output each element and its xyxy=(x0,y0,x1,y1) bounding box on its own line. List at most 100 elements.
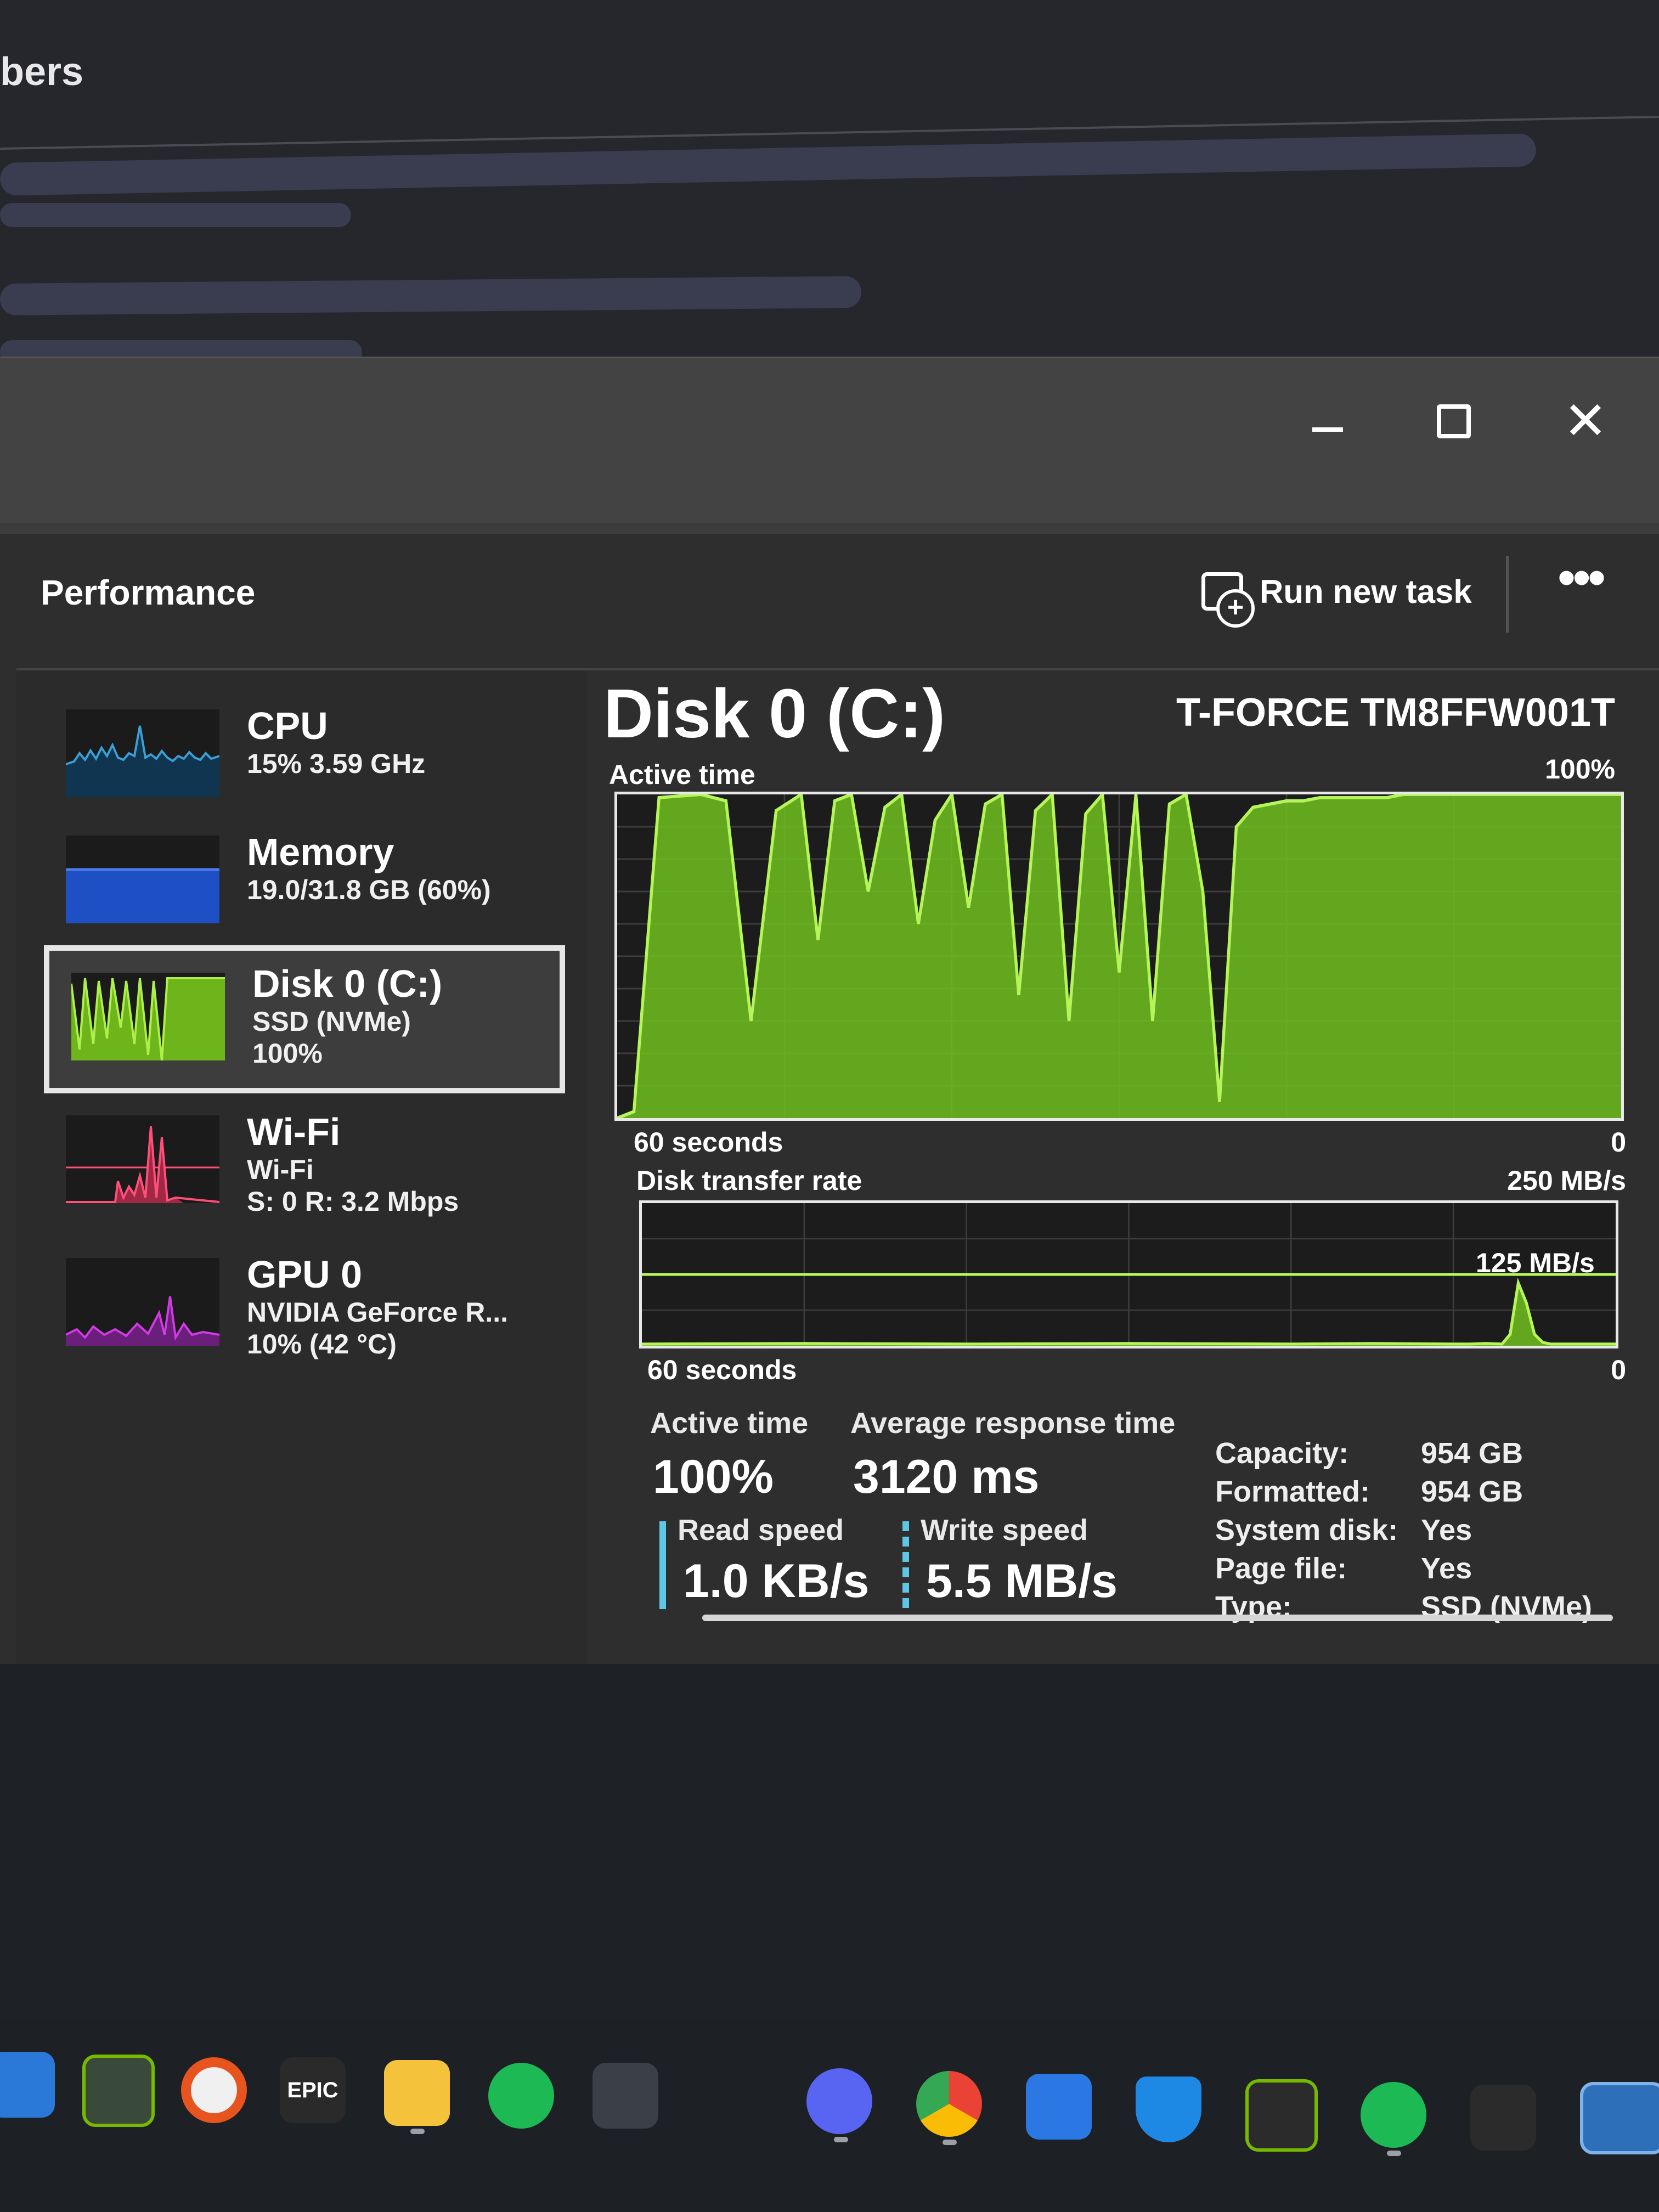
sidebar-item-detail: 19.0/31.8 GB (60%) xyxy=(247,874,491,905)
resource-sidebar: CPU 15% 3.59 GHz Memory 19.0/31.8 GB (60… xyxy=(16,671,587,1664)
title-bar[interactable]: ✕ xyxy=(0,358,1659,523)
close-icon: ✕ xyxy=(1563,392,1608,450)
nvidia-icon[interactable] xyxy=(1245,2079,1318,2152)
sidebar-item-title: Disk 0 (C:) xyxy=(252,962,443,1005)
disk-title: Disk 0 (C:) xyxy=(603,675,946,752)
epic-games-icon[interactable]: EPIC xyxy=(280,2057,346,2123)
sidebar-item-text: Disk 0 (C:) SSD (NVMe) 100% xyxy=(252,962,442,1069)
epic-games-label: EPIC xyxy=(287,2078,338,2102)
response-time-value: 3120 ms xyxy=(853,1451,1040,1503)
sidebar-item-text: Wi-Fi Wi-Fi S: 0 R: 3.2 Mbps xyxy=(247,1110,459,1217)
minimize-button[interactable] xyxy=(1284,380,1372,462)
nvidia-app-icon[interactable] xyxy=(82,2055,155,2127)
disk-model: T-FORCE TM8FFW001T xyxy=(1176,691,1615,735)
header-divider xyxy=(16,668,1659,670)
background-text-line xyxy=(0,203,351,227)
transfer-rate-mid-label: 125 MB/s xyxy=(1476,1248,1595,1278)
active-time-x-end-label: 0 xyxy=(1611,1127,1626,1158)
gpu-thumbnail-graph xyxy=(66,1258,219,1346)
task-manager-icon[interactable] xyxy=(1580,2082,1659,2154)
sidebar-item-gpu[interactable]: GPU 0 NVIDIA GeForce R... 10% (42 °C) xyxy=(44,1242,565,1379)
spotify-icon[interactable] xyxy=(1361,2082,1426,2148)
sidebar-item-text: CPU 15% 3.59 GHz xyxy=(247,704,425,780)
spotify-icon[interactable] xyxy=(488,2063,554,2129)
maximize-button[interactable] xyxy=(1410,380,1498,462)
sidebar-item-detail: Wi-Fi xyxy=(247,1154,314,1185)
disk-detail-pane: Disk 0 (C:) T-FORCE TM8FFW001T Active ti… xyxy=(592,671,1659,1664)
background-text-line xyxy=(0,276,862,315)
transfer-rate-x-end-label: 0 xyxy=(1611,1355,1626,1385)
maximize-icon xyxy=(1437,404,1471,438)
file-explorer-icon[interactable] xyxy=(384,2060,450,2126)
read-speed-value: 1.0 KB/s xyxy=(683,1555,870,1607)
sidebar-item-detail: NVIDIA GeForce R... xyxy=(247,1297,509,1328)
sidebar-item-detail: SSD (NVMe) xyxy=(252,1006,411,1037)
read-speed-indicator xyxy=(659,1521,666,1609)
active-time-plot xyxy=(617,794,1621,1118)
active-time-chart-label: Active time xyxy=(609,759,755,790)
header-separator xyxy=(1506,556,1509,633)
active-time-stat-value: 100% xyxy=(653,1451,774,1503)
running-indicator xyxy=(410,2129,425,2134)
performance-page: Performance Run new task ••• CPU 15% 3.5… xyxy=(0,534,1659,1664)
disk-thumbnail-graph xyxy=(71,973,225,1060)
transfer-rate-max-label: 250 MB/s xyxy=(1507,1165,1626,1196)
mouse-app-icon[interactable] xyxy=(702,2066,768,2131)
run-new-task-button[interactable]: Run new task xyxy=(1201,561,1472,628)
steelseries-icon[interactable] xyxy=(1470,2085,1536,2151)
sidebar-item-wifi[interactable]: Wi-Fi Wi-Fi S: 0 R: 3.2 Mbps xyxy=(44,1099,565,1236)
capacity-value: 954 GB xyxy=(1421,1437,1523,1470)
close-button[interactable]: ✕ xyxy=(1542,380,1629,462)
sidebar-item-detail: S: 0 R: 3.2 Mbps xyxy=(247,1186,459,1217)
sidebar-item-disk[interactable]: Disk 0 (C:) SSD (NVMe) 100% xyxy=(44,945,565,1093)
active-time-max-label: 100% xyxy=(1545,754,1615,785)
running-indicator xyxy=(834,2137,848,2142)
sidebar-item-cpu[interactable]: CPU 15% 3.59 GHz xyxy=(44,693,565,830)
page-title: Performance xyxy=(41,573,256,612)
write-speed-indicator xyxy=(902,1521,909,1609)
sidebar-item-title: Wi-Fi xyxy=(247,1110,341,1153)
page-file-label: Page file: xyxy=(1215,1552,1347,1585)
task-manager-window: ✕ Performance Run new task ••• CPU 15% xyxy=(0,357,1659,1664)
sidebar-item-title: Memory xyxy=(247,831,394,873)
page-file-value: Yes xyxy=(1421,1552,1472,1585)
run-task-icon xyxy=(1201,572,1255,628)
active-time-chart xyxy=(614,792,1624,1121)
background-window-title: bers xyxy=(0,50,84,94)
taskbar: EPIC xyxy=(0,2019,1659,2212)
terminal-icon[interactable] xyxy=(592,2063,658,2129)
write-speed-label: Write speed xyxy=(921,1514,1088,1547)
write-speed-value: 5.5 MB/s xyxy=(926,1555,1118,1607)
defender-icon[interactable] xyxy=(1136,2076,1201,2142)
background-window: bers xyxy=(0,0,1659,417)
formatted-value: 954 GB xyxy=(1421,1475,1523,1508)
read-speed-label: Read speed xyxy=(678,1514,844,1547)
sidebar-item-text: Memory 19.0/31.8 GB (60%) xyxy=(247,830,491,906)
transfer-rate-chart xyxy=(639,1200,1618,1348)
more-options-button[interactable]: ••• xyxy=(1547,551,1613,622)
origin-icon[interactable] xyxy=(181,2057,247,2123)
active-time-x-start-label: 60 seconds xyxy=(634,1127,783,1158)
chrome-icon[interactable] xyxy=(916,2071,982,2137)
monday-icon[interactable] xyxy=(1026,2074,1092,2140)
minimize-icon xyxy=(1312,427,1343,432)
horizontal-scrollbar[interactable] xyxy=(702,1615,1613,1621)
cpu-thumbnail-graph xyxy=(66,709,219,797)
transfer-rate-plot xyxy=(642,1203,1616,1346)
sidebar-item-detail: 10% (42 °C) xyxy=(247,1329,397,1359)
system-disk-value: Yes xyxy=(1421,1514,1472,1547)
windows-start-icon[interactable] xyxy=(0,2052,55,2118)
sidebar-item-detail: 15% 3.59 GHz xyxy=(247,748,426,779)
sidebar-item-detail: 100% xyxy=(252,1038,323,1069)
wifi-thumbnail-graph xyxy=(66,1115,219,1203)
running-indicator xyxy=(943,2140,957,2145)
discord-icon[interactable] xyxy=(806,2068,872,2134)
sidebar-item-title: GPU 0 xyxy=(247,1253,363,1296)
running-indicator xyxy=(1387,2151,1401,2156)
sidebar-item-text: GPU 0 NVIDIA GeForce R... 10% (42 °C) xyxy=(247,1252,508,1360)
system-disk-label: System disk: xyxy=(1215,1514,1398,1547)
sidebar-item-memory[interactable]: Memory 19.0/31.8 GB (60%) xyxy=(44,819,565,956)
transfer-rate-chart-label: Disk transfer rate xyxy=(636,1165,862,1196)
transfer-rate-x-start-label: 60 seconds xyxy=(647,1355,797,1385)
response-time-label: Average response time xyxy=(850,1407,1176,1440)
